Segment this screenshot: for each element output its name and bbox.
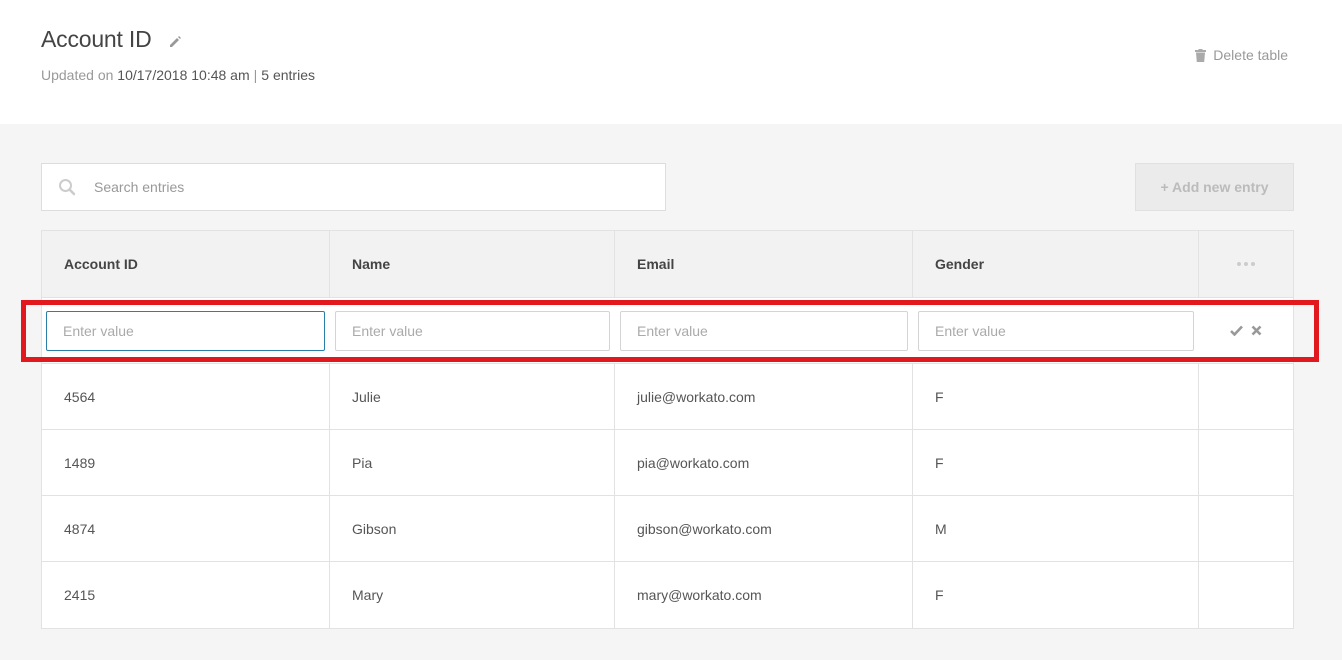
column-header-gender[interactable]: Gender (913, 231, 1199, 297)
cell-name[interactable]: Mary (330, 562, 615, 628)
search-box (41, 163, 666, 211)
cell-gender[interactable]: M (913, 496, 1199, 561)
cell-name[interactable]: Gibson (330, 496, 615, 561)
page-header: Account ID Updated on 10/17/2018 10:48 a… (0, 0, 1342, 124)
cell-name[interactable]: Julie (330, 364, 615, 429)
cell-actions (1199, 496, 1293, 561)
new-entry-actions (1199, 298, 1293, 363)
close-icon[interactable] (1251, 325, 1262, 336)
cell-email[interactable]: gibson@workato.com (615, 496, 913, 561)
cell-account-id[interactable]: 4564 (42, 364, 330, 429)
cell-email[interactable]: mary@workato.com (615, 562, 913, 628)
title-row: Account ID (41, 26, 182, 53)
cell-name[interactable]: Pia (330, 430, 615, 495)
pencil-icon[interactable] (168, 35, 182, 49)
cell-email[interactable]: julie@workato.com (615, 364, 913, 429)
more-icon (1237, 262, 1255, 266)
cell-account-id[interactable]: 1489 (42, 430, 330, 495)
page-title: Account ID (41, 26, 152, 52)
name-input[interactable] (335, 310, 610, 351)
table-header-row: Account ID Name Email Gender (42, 231, 1293, 298)
search-input[interactable] (92, 178, 616, 196)
entry-count: 5 entries (261, 67, 315, 83)
updated-prefix: Updated on (41, 67, 114, 83)
column-menu-button[interactable] (1199, 231, 1293, 297)
cell-email[interactable]: pia@workato.com (615, 430, 913, 495)
new-entry-cell-account-id (42, 298, 330, 363)
email-input[interactable] (620, 310, 908, 351)
meta-separator: | (253, 67, 258, 83)
delete-table-label: Delete table (1213, 47, 1288, 63)
updated-timestamp: 10/17/2018 10:48 am (117, 67, 250, 83)
table-meta: Updated on 10/17/2018 10:48 am | 5 entries (41, 67, 315, 83)
new-entry-cell-gender (913, 298, 1199, 363)
data-table: Account ID Name Email Gender Enter value… (41, 230, 1294, 629)
table-row[interactable]: 4874 Gibson gibson@workato.com M (42, 496, 1293, 562)
cell-actions (1199, 364, 1293, 429)
cell-actions (1199, 430, 1293, 495)
trash-icon (1195, 48, 1207, 62)
cell-actions (1199, 562, 1293, 628)
new-entry-cell-name (330, 298, 615, 363)
column-header-account-id[interactable]: Account ID (42, 231, 330, 297)
gender-input[interactable] (918, 310, 1194, 351)
column-header-name[interactable]: Name (330, 231, 615, 297)
cell-gender[interactable]: F (913, 562, 1199, 628)
cell-account-id[interactable]: 2415 (42, 562, 330, 628)
cell-gender[interactable]: F (913, 430, 1199, 495)
search-icon (58, 178, 76, 196)
new-entry-cell-email (615, 298, 913, 363)
table-row[interactable]: 4564 Julie julie@workato.com F (42, 364, 1293, 430)
check-icon[interactable] (1230, 325, 1243, 336)
cell-account-id[interactable]: 4874 (42, 496, 330, 561)
new-entry-row (42, 298, 1293, 364)
account-id-input[interactable] (46, 310, 325, 351)
delete-table-button[interactable]: Delete table (1195, 47, 1288, 63)
column-header-email[interactable]: Email (615, 231, 913, 297)
cell-gender[interactable]: F (913, 364, 1199, 429)
table-row[interactable]: 2415 Mary mary@workato.com F (42, 562, 1293, 628)
add-new-entry-button[interactable]: + Add new entry (1135, 163, 1294, 211)
table-row[interactable]: 1489 Pia pia@workato.com F (42, 430, 1293, 496)
